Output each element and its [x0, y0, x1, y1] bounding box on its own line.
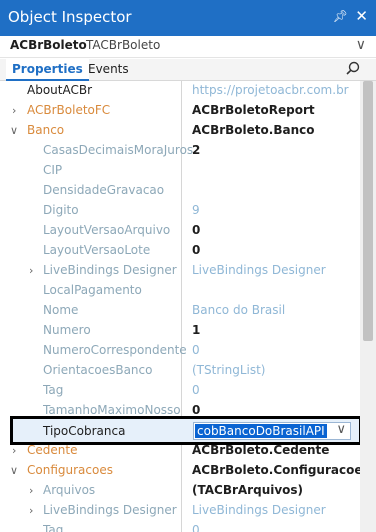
property-value[interactable]: LiveBindings Designer: [192, 263, 326, 277]
property-name: LayoutVersaoLote: [43, 243, 151, 257]
property-value[interactable]: 2: [192, 143, 200, 157]
property-name: Tag: [43, 523, 64, 532]
object-name: ACBrBoleto: [10, 38, 87, 52]
property-row[interactable]: LocalPagamento: [0, 281, 350, 301]
property-name: NumeroCorrespondente: [43, 343, 187, 357]
property-name: DensidadeGravacao: [43, 183, 165, 197]
property-row[interactable]: Numero 1: [0, 321, 350, 341]
tipo-cobranca-dropdown[interactable]: cobBancoDoBrasilAPI ∨: [193, 422, 351, 440]
property-name: Digito: [43, 203, 79, 217]
property-row[interactable]: OrientacoesBanco (TStringList): [0, 361, 350, 381]
property-name: Configuracoes: [27, 463, 113, 477]
collapse-icon[interactable]: ∨: [10, 124, 18, 137]
expand-icon[interactable]: ›: [29, 264, 33, 277]
property-name: OrientacoesBanco: [43, 363, 153, 377]
property-value[interactable]: 0: [192, 383, 200, 397]
expand-icon[interactable]: ›: [29, 504, 33, 517]
property-row[interactable]: ∨ Banco ACBrBoleto.Banco: [0, 121, 350, 141]
property-row[interactable]: CasasDecimaisMoraJuros 2: [0, 141, 350, 161]
title-bar: Object Inspector 📌︎ ✕: [0, 0, 376, 36]
tab-bar: Properties Events: [0, 59, 376, 81]
collapse-icon[interactable]: ∨: [10, 464, 18, 477]
property-row[interactable]: › Arquivos (TACBrArquivos): [0, 481, 350, 501]
property-value[interactable]: 0: [192, 223, 200, 237]
property-value[interactable]: (TStringList): [192, 363, 265, 377]
property-row[interactable]: CIP: [0, 161, 350, 181]
window-title: Object Inspector: [8, 8, 132, 26]
object-selector[interactable]: ACBrBoleto TACBrBoleto ∨: [0, 36, 376, 58]
property-value[interactable]: 1: [192, 323, 200, 337]
property-name: Banco: [27, 123, 65, 137]
property-name: LocalPagamento: [43, 283, 142, 297]
expand-icon[interactable]: ›: [29, 484, 33, 497]
property-grid: AboutACBr https://projetoacbr.com.br › A…: [0, 81, 376, 532]
property-value[interactable]: (TACBrArquivos): [192, 483, 303, 497]
property-row[interactable]: › LiveBindings Designer LiveBindings Des…: [0, 261, 350, 281]
property-row[interactable]: › ACBrBoletoFC ACBrBoletoReport: [0, 101, 350, 121]
property-name: Cedente: [27, 443, 78, 457]
property-row[interactable]: Tag 0: [0, 521, 350, 532]
property-value[interactable]: ACBrBoleto.Cedente: [192, 443, 329, 457]
property-name: ACBrBoletoFC: [27, 103, 111, 117]
property-row[interactable]: AboutACBr https://projetoacbr.com.br: [0, 81, 350, 101]
vertical-scrollbar[interactable]: [360, 81, 376, 532]
property-value[interactable]: 9: [192, 203, 200, 217]
property-value[interactable]: 0: [192, 343, 200, 357]
pin-icon[interactable]: 📌︎: [333, 9, 348, 23]
property-name: Nome: [43, 303, 79, 317]
property-name: TipoCobranca: [43, 424, 126, 438]
property-name: CIP: [43, 163, 63, 177]
property-value[interactable]: 0: [192, 523, 200, 532]
property-row[interactable]: Tag 0: [0, 381, 350, 401]
property-value[interactable]: ACBrBoletoReport: [192, 103, 315, 117]
property-row[interactable]: DensidadeGravacao: [0, 181, 350, 201]
property-name: TamanhoMaximoNossoNum: [43, 403, 181, 417]
property-name: Arquivos: [43, 483, 96, 497]
chevron-down-icon[interactable]: ∨: [356, 37, 366, 53]
property-value[interactable]: LiveBindings Designer: [192, 503, 326, 517]
property-name: CasasDecimaisMoraJuros: [43, 143, 194, 157]
property-name: Tag: [43, 383, 64, 397]
chevron-down-icon[interactable]: ∨: [336, 422, 346, 437]
property-value[interactable]: Banco do Brasil: [192, 303, 285, 317]
tab-properties[interactable]: Properties: [6, 59, 89, 81]
property-row[interactable]: LayoutVersaoArquivo 0: [0, 221, 350, 241]
object-type: TACBrBoleto: [86, 38, 161, 52]
search-icon[interactable]: [346, 61, 360, 75]
property-row[interactable]: Digito 9: [0, 201, 350, 221]
property-row[interactable]: Nome Banco do Brasil: [0, 301, 350, 321]
property-row[interactable]: ∨ Configuracoes ACBrBoleto.Configuracoes: [0, 461, 370, 481]
property-name: LayoutVersaoArquivo: [43, 223, 171, 237]
property-row[interactable]: NumeroCorrespondente 0: [0, 341, 350, 361]
property-value[interactable]: ACBrBoleto.Configuracoes: [192, 463, 370, 477]
property-name: LiveBindings Designer: [43, 263, 177, 277]
scrollbar-thumb[interactable]: [363, 81, 373, 341]
property-value[interactable]: 0: [192, 403, 200, 417]
property-value[interactable]: ACBrBoleto.Banco: [192, 123, 314, 137]
selected-property-row[interactable]: TipoCobranca cobBancoDoBrasilAPI ∨: [10, 416, 362, 445]
property-row[interactable]: LayoutVersaoLote 0: [0, 241, 350, 261]
property-value[interactable]: 0: [192, 243, 200, 257]
property-value[interactable]: https://projetoacbr.com.br: [192, 83, 349, 97]
property-row[interactable]: › LiveBindings Designer LiveBindings Des…: [0, 501, 350, 521]
property-name: LiveBindings Designer: [43, 503, 177, 517]
property-name: AboutACBr: [27, 83, 93, 97]
property-name: Numero: [43, 323, 91, 337]
expand-icon[interactable]: ›: [12, 444, 16, 457]
expand-icon[interactable]: ›: [12, 104, 16, 117]
property-value[interactable]: cobBancoDoBrasilAPI: [195, 424, 327, 438]
tab-events[interactable]: Events: [82, 59, 135, 81]
close-icon[interactable]: ✕: [355, 7, 368, 25]
